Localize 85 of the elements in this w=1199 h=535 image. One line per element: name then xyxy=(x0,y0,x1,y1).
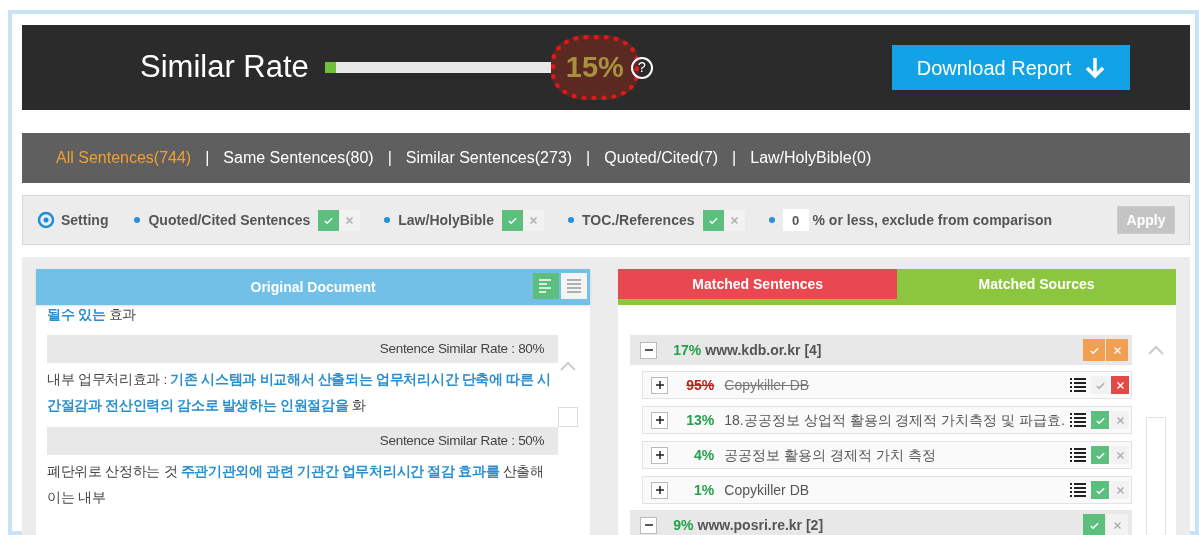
plus-icon xyxy=(654,380,665,390)
list-icon[interactable] xyxy=(1069,377,1087,393)
source-name: Copykiller DB xyxy=(724,480,811,500)
threshold-label: % or less, exclude from comparison xyxy=(812,210,1053,230)
gear-icon xyxy=(37,211,55,229)
separator: | xyxy=(387,148,392,168)
match-percent: 13% xyxy=(685,410,715,430)
source-name: 18.공공정보 상업적 활용의 경제적 가치측정 및 파급효. xyxy=(724,410,1065,430)
match-percent: 1% xyxy=(693,480,715,500)
rate-title: Similar Rate xyxy=(140,48,309,87)
include-checkbox[interactable] xyxy=(318,209,340,231)
close-icon xyxy=(528,215,538,225)
view-toggle[interactable] xyxy=(533,273,560,299)
include-checkbox[interactable] xyxy=(702,209,724,231)
sentence-rate: Sentence Similar Rate : 50% xyxy=(47,427,559,455)
close-icon xyxy=(729,215,739,225)
expand-toggle[interactable] xyxy=(640,516,658,534)
exclude-checkbox[interactable] xyxy=(339,209,361,231)
list-icon[interactable] xyxy=(1069,447,1087,463)
scroll-up-icon[interactable] xyxy=(560,361,577,371)
document-text: 내부 업무처리효과 : 기존 시스템과 비교해서 산출되는 업무처리시간 단축에 따른 시간절감과 전산인력의 감소로 발생하는 인원절감을 화 xyxy=(47,371,552,415)
document-text: 폐단위로 산정하는 것 주관기관외에 관련 기관간 업무처리시간 절감 효과를 산출해 이는 내부 xyxy=(47,463,545,507)
expand-toggle[interactable] xyxy=(640,341,658,359)
source-site: www.kdb.or.kr [4] xyxy=(705,340,822,360)
close-icon xyxy=(1115,450,1125,460)
close-icon xyxy=(1112,520,1122,530)
exclude-button[interactable] xyxy=(1106,514,1128,535)
filter-tab[interactable]: Law/HolyBible(0) xyxy=(750,146,872,170)
document-text: 될수 있는 효과 xyxy=(47,309,138,324)
bullet-icon xyxy=(384,217,391,223)
panel-tab[interactable]: Matched Sentences xyxy=(618,269,898,299)
source-name: 공공정보 활용의 경제적 가치 측정 xyxy=(724,445,937,465)
source-name: Copykiller DB xyxy=(724,375,811,395)
close-icon xyxy=(1115,415,1125,425)
close-icon xyxy=(345,215,355,225)
exclude-checkbox[interactable] xyxy=(723,209,745,231)
separator: | xyxy=(205,148,210,168)
include-checkbox[interactable] xyxy=(501,209,523,231)
separator: | xyxy=(586,148,591,168)
match-percent: 9% xyxy=(673,515,694,535)
filter-tab[interactable]: Quoted/Cited(7) xyxy=(604,146,719,170)
close-icon xyxy=(1115,485,1125,495)
expand-toggle[interactable] xyxy=(651,446,669,464)
scroll-up-icon[interactable] xyxy=(1148,345,1164,355)
separator: | xyxy=(732,148,737,168)
lines-view-icon xyxy=(565,277,584,295)
expand-toggle[interactable] xyxy=(651,376,669,394)
bullet-icon xyxy=(134,217,141,223)
exclude-checkbox[interactable] xyxy=(522,209,544,231)
match-percent: 17% xyxy=(673,340,702,360)
exclude-button[interactable] xyxy=(1111,411,1129,429)
expand-toggle[interactable] xyxy=(651,411,669,429)
exclude-button[interactable] xyxy=(1111,446,1129,464)
bullet-icon xyxy=(768,217,775,223)
match-percent: 95% xyxy=(685,375,715,395)
option-label: Quoted/Cited Sentences xyxy=(148,210,311,230)
list-icon[interactable] xyxy=(1069,412,1087,428)
close-icon xyxy=(1112,345,1122,355)
exclude-button[interactable] xyxy=(1111,481,1129,499)
source-site: www.posri.re.kr [2] xyxy=(697,515,824,535)
filter-tab[interactable]: Similar Sentences(273) xyxy=(405,146,573,170)
bullet-icon xyxy=(567,217,574,223)
option-label: TOC./References xyxy=(581,210,695,230)
close-icon xyxy=(1115,380,1125,390)
match-percent: 4% xyxy=(693,445,715,465)
filter-tab[interactable]: Same Sentences(80) xyxy=(223,146,374,170)
plus-icon xyxy=(654,485,665,495)
plus-icon xyxy=(654,450,665,460)
threshold-input[interactable]: 0 xyxy=(782,209,809,231)
rate-value: 15% xyxy=(550,34,639,101)
list-icon[interactable] xyxy=(1069,482,1087,498)
plus-icon xyxy=(654,415,665,425)
option-label: Law/HolyBible xyxy=(398,210,494,230)
include-button[interactable] xyxy=(1083,514,1105,535)
view-toggle[interactable] xyxy=(561,273,588,299)
sentence-rate: Sentence Similar Rate : 80% xyxy=(47,335,559,363)
expand-toggle[interactable] xyxy=(651,481,669,499)
download-arrow-icon xyxy=(1085,56,1106,79)
setting-label[interactable]: Setting xyxy=(37,209,109,231)
exclude-button[interactable] xyxy=(1111,376,1129,394)
help-icon[interactable]: ? xyxy=(630,56,653,79)
include-button[interactable] xyxy=(1083,339,1105,361)
scroll-thumb[interactable] xyxy=(558,407,579,427)
exclude-button[interactable] xyxy=(1106,339,1128,361)
panel-title: Original Document xyxy=(250,277,376,297)
